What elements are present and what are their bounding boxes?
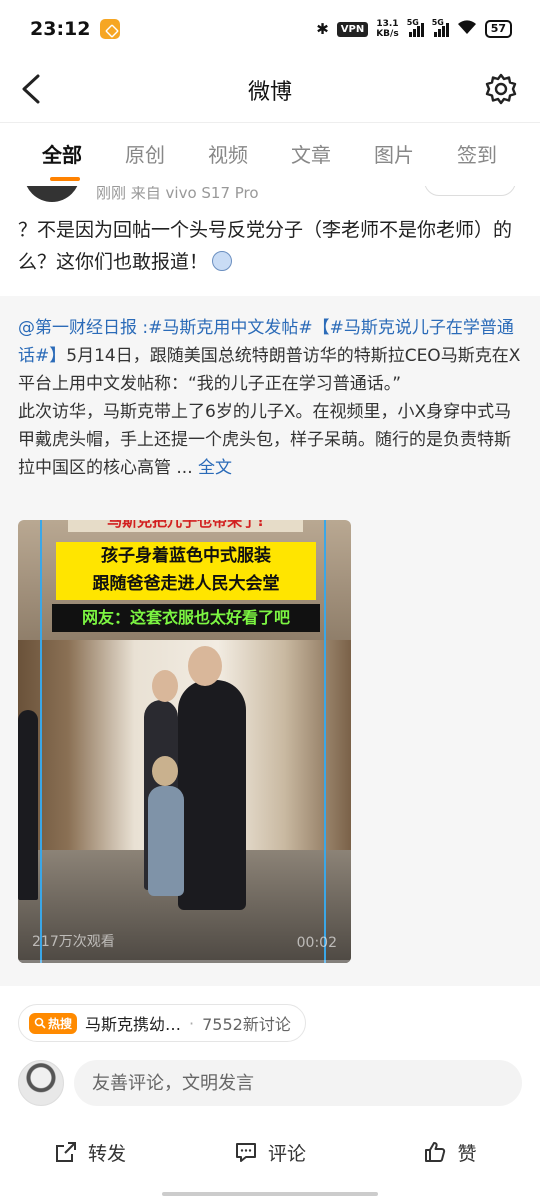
battery-indicator: 57 [484, 20, 512, 38]
tab-checkin[interactable]: 签到 [457, 123, 540, 187]
hot-search-badge: 热搜 [29, 1012, 78, 1034]
hot-search-badge-label: 热搜 [48, 1016, 73, 1031]
full-text-link[interactable]: 全文 [198, 458, 232, 478]
repost-button[interactable]: 转发 [0, 1124, 180, 1180]
vpn-badge: VPN [336, 21, 369, 37]
follow-button[interactable] [424, 186, 516, 196]
tab-original[interactable]: 原创 [125, 123, 208, 187]
post-text-body: ？不是因为回帖一个头号反党分子（李老师不是你老师）的么？这你们也敢报道！ [18, 219, 513, 273]
hot-topic-title: 马斯克携幼… [85, 1015, 182, 1034]
tab-all[interactable]: 全部 [42, 123, 125, 187]
hashtag-link-1[interactable]: #马斯克用中文发帖# [148, 318, 313, 338]
comment-row [0, 1058, 540, 1110]
video-figure-aide-head [152, 670, 178, 702]
repost-text: @第一财经日报 :#马斯克用中文发帖#【#马斯克说儿子在学普通话#】5月14日，… [18, 314, 526, 482]
signal-label-2: 5G [431, 18, 444, 27]
page-title: 微博 [247, 80, 292, 105]
status-indicators: ✱ VPN 13.1 KB/s 5G 5G 57 [316, 18, 512, 39]
like-button[interactable]: 赞 [360, 1124, 540, 1180]
search-icon [34, 1017, 46, 1029]
comment-input[interactable] [74, 1060, 522, 1106]
hot-separator: · [189, 1013, 195, 1033]
signal-label: 5G [406, 18, 419, 27]
back-arrow-icon[interactable] [18, 72, 48, 106]
video-figure-child-head [152, 756, 178, 786]
video-duration: 00:02 [296, 935, 337, 951]
repost-label: 转发 [87, 1142, 126, 1165]
hot-search-pill[interactable]: 热搜 马斯克携幼… · 7552新讨论 [18, 1004, 306, 1042]
user-avatar [18, 1060, 64, 1106]
post-text: ？不是因为回帖一个头号反党分子（李老师不是你老师）的么？这你们也敢报道！ [18, 214, 523, 278]
bluetooth-icon: ✱ [316, 20, 329, 38]
repost-author-link[interactable]: @第一财经日报 [18, 318, 137, 338]
tab-bar: 全部 原创 视频 文章 图片 签到 [0, 122, 540, 186]
video-progress-bar[interactable] [18, 960, 351, 963]
signal-icon-2: 5G [431, 18, 449, 37]
nav-bar: 微博 [0, 58, 540, 122]
signal-icon: 5G [406, 18, 424, 37]
net-speed: 13.1 KB/s [376, 19, 398, 39]
wifi-icon [457, 19, 477, 39]
video-figure-musk [178, 680, 246, 910]
tab-article[interactable]: 文章 [291, 123, 374, 187]
video-caption-yellow: 孩子身着蓝色中式服装 跟随爸爸走进人民大会堂 [56, 542, 316, 600]
author-avatar[interactable] [24, 186, 80, 202]
status-time: 23:12 [30, 18, 91, 40]
comment-icon [235, 1143, 256, 1162]
like-label: 赞 [457, 1142, 477, 1165]
action-bar: 转发 评论 赞 [0, 1124, 540, 1180]
video-view-count: 217万次观看 [32, 934, 115, 950]
app-notification-icon [100, 19, 121, 39]
video-player[interactable]: 马斯克把儿子也带来了! 孩子身着蓝色中式服装 跟随爸爸走进人民大会堂 网友：这套… [18, 520, 351, 963]
video-caption-top: 马斯克把儿子也带来了! [68, 520, 303, 532]
doge-emoji-icon [212, 251, 233, 271]
tab-images[interactable]: 图片 [374, 123, 457, 187]
video-figure-musk-head [188, 646, 222, 686]
repost-body-1: 5月14日，跟随美国总统特朗普访华的特斯拉CEO马斯克在X平台上用中文发帖称：“… [18, 346, 521, 394]
share-icon [55, 1142, 76, 1162]
thumbs-up-icon [425, 1142, 446, 1162]
net-speed-value: 13.1 [376, 19, 399, 29]
home-indicator[interactable] [162, 1192, 378, 1196]
status-bar: 23:12 ✱ VPN 13.1 KB/s 5G 5G 57 [0, 0, 540, 58]
comment-button[interactable]: 评论 [180, 1124, 360, 1180]
video-figure-edge [18, 710, 38, 900]
repost-card[interactable]: @第一财经日报 :#马斯克用中文发帖#【#马斯克说儿子在学普通话#】5月14日，… [0, 296, 540, 986]
post-header: 刚刚 来自 vivo S17 Pro [0, 186, 540, 204]
repost-body-2: 此次访华，马斯克带上了6岁的儿子X。在视频里，小X身穿中式马甲戴虎头帽，手上还提… [18, 402, 512, 478]
video-figure-child [148, 786, 184, 896]
video-caption-yellow-line1: 孩子身着蓝色中式服装 [101, 546, 271, 566]
video-frame-line-right [324, 520, 326, 963]
gear-icon[interactable] [484, 72, 518, 106]
video-caption-dark: 网友：这套衣服也太好看了吧 [52, 604, 320, 632]
tab-video[interactable]: 视频 [208, 123, 291, 187]
video-frame-line-left [40, 520, 42, 963]
video-caption-yellow-line2: 跟随爸爸走进人民大会堂 [92, 574, 280, 594]
repost-separator: : [137, 318, 149, 338]
net-speed-unit: KB/s [376, 29, 399, 39]
post-meta: 刚刚 来自 vivo S17 Pro [96, 186, 259, 202]
hot-discussion-count: 7552新讨论 [202, 1015, 291, 1034]
comment-label: 评论 [267, 1142, 306, 1165]
